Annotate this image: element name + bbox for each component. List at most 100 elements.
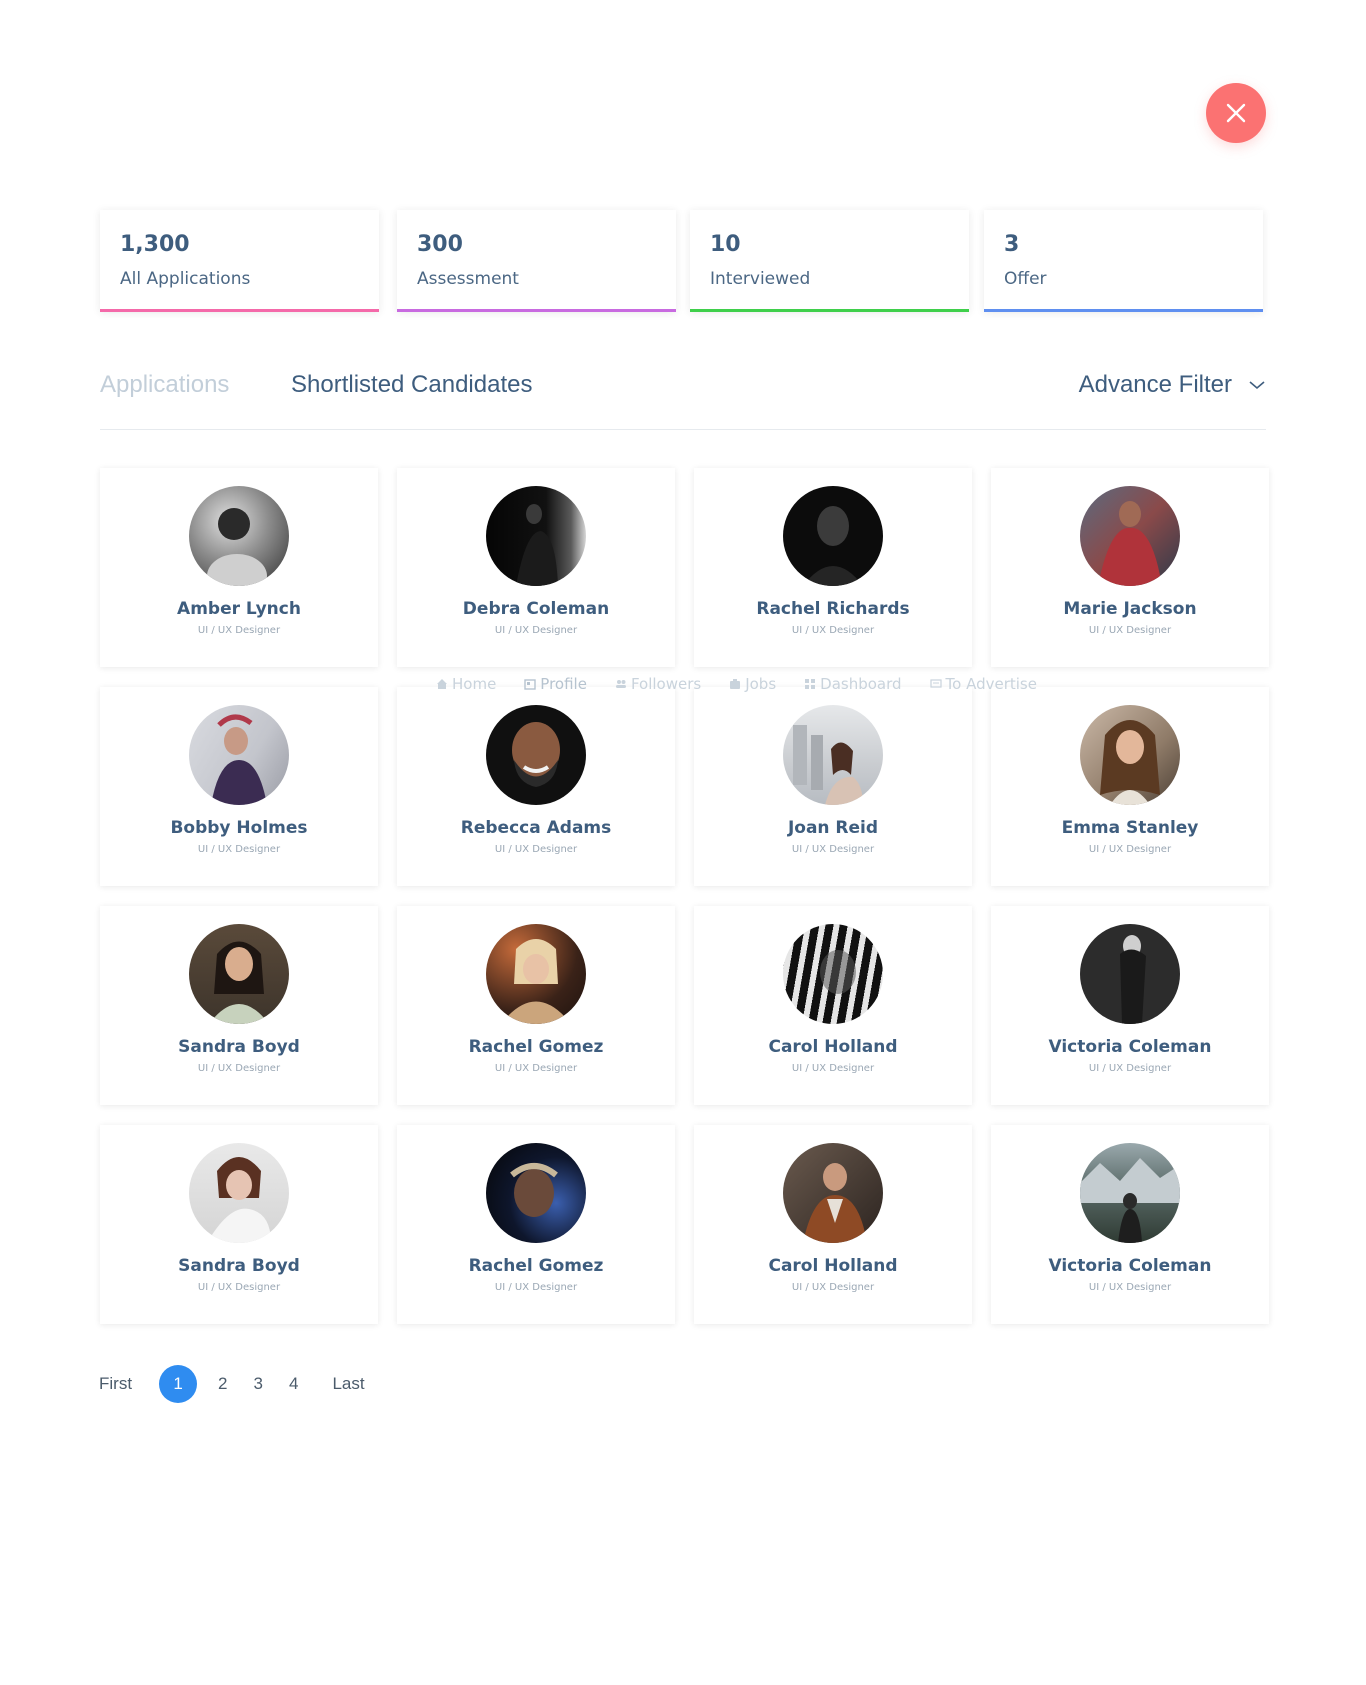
candidate-card[interactable]: Rachel Richards UI / UX Designer xyxy=(694,468,972,667)
avatar xyxy=(486,705,586,805)
candidate-name: Debra Coleman xyxy=(462,599,610,619)
pagination: First 1 2 3 4 Last xyxy=(99,1364,365,1404)
chevron-down-icon xyxy=(1249,381,1265,390)
pagination-page-2[interactable]: 2 xyxy=(218,1374,227,1394)
candidate-role: UI / UX Designer xyxy=(1088,625,1172,636)
pagination-page-1[interactable]: 1 xyxy=(159,1365,198,1403)
candidate-card[interactable]: Amber Lynch UI / UX Designer xyxy=(100,468,378,667)
stat-underline xyxy=(984,309,1263,312)
candidate-role: UI / UX Designer xyxy=(791,844,875,855)
candidate-card[interactable]: Rebecca Adams UI / UX Designer xyxy=(397,687,675,886)
candidate-name: Carol Holland xyxy=(768,1037,898,1057)
stat-card-offer[interactable]: 3 Offer xyxy=(984,210,1263,312)
candidate-role: UI / UX Designer xyxy=(197,1282,281,1293)
candidate-name: Bobby Holmes xyxy=(170,818,308,838)
nav-item-advertise[interactable]: To Advertise xyxy=(929,675,1037,693)
tab-shortlisted-candidates[interactable]: Shortlisted Candidates xyxy=(291,371,532,399)
candidate-name: Victoria Coleman xyxy=(1048,1256,1212,1276)
nav-item-dashboard[interactable]: Dashboard xyxy=(804,675,902,693)
stat-underline xyxy=(690,309,969,312)
stat-card-applications[interactable]: 1,300 All Applications xyxy=(100,210,379,312)
message-icon xyxy=(929,679,942,688)
candidate-name: Emma Stanley xyxy=(1061,818,1199,838)
candidate-name: Joan Reid xyxy=(787,818,879,838)
stat-card-interviewed[interactable]: 10 Interviewed xyxy=(690,210,969,312)
candidate-role: UI / UX Designer xyxy=(791,625,875,636)
stat-underline xyxy=(100,309,379,312)
close-icon xyxy=(1226,103,1246,123)
candidate-name: Rachel Richards xyxy=(756,599,910,619)
candidate-role: UI / UX Designer xyxy=(1088,844,1172,855)
stats-row: 1,300 All Applications 300 Assessment 10… xyxy=(100,210,1266,312)
nav-item-home[interactable]: Home xyxy=(436,675,496,693)
candidate-name: Marie Jackson xyxy=(1063,599,1197,619)
avatar xyxy=(1080,924,1180,1024)
avatar xyxy=(189,705,289,805)
candidate-role: UI / UX Designer xyxy=(197,844,281,855)
avatar xyxy=(1080,705,1180,805)
candidate-role: UI / UX Designer xyxy=(791,1063,875,1074)
pagination-page-3[interactable]: 3 xyxy=(254,1374,263,1394)
close-button[interactable] xyxy=(1206,83,1266,143)
candidate-name: Rebecca Adams xyxy=(460,818,612,838)
nav-item-label: Dashboard xyxy=(820,675,902,693)
overlay-nav-bar: Home Profile Followers Jobs Dashboard To… xyxy=(436,672,1065,696)
briefcase-icon xyxy=(730,679,741,689)
avatar xyxy=(783,486,883,586)
candidate-card[interactable]: Sandra Boyd UI / UX Designer xyxy=(100,906,378,1105)
candidate-role: UI / UX Designer xyxy=(197,1063,281,1074)
candidate-name: Sandra Boyd xyxy=(178,1037,300,1057)
candidate-card[interactable]: Carol Holland UI / UX Designer xyxy=(694,1125,972,1324)
avatar xyxy=(486,1143,586,1243)
advance-filter-label: Advance Filter xyxy=(1078,371,1232,398)
stat-value: 300 xyxy=(417,232,463,257)
candidate-card[interactable]: Marie Jackson UI / UX Designer xyxy=(991,468,1269,667)
pagination-first[interactable]: First xyxy=(99,1374,132,1394)
avatar xyxy=(783,924,883,1024)
candidate-card[interactable]: Emma Stanley UI / UX Designer xyxy=(991,687,1269,886)
followers-icon xyxy=(615,680,626,688)
candidate-role: UI / UX Designer xyxy=(197,625,281,636)
advance-filter-dropdown[interactable]: Advance Filter xyxy=(1079,371,1266,399)
tab-applications[interactable]: Applications xyxy=(100,371,229,399)
home-icon xyxy=(437,679,447,689)
candidate-name: Sandra Boyd xyxy=(178,1256,300,1276)
candidate-name: Rachel Gomez xyxy=(468,1037,604,1057)
avatar xyxy=(189,924,289,1024)
candidate-card[interactable]: Victoria Coleman UI / UX Designer xyxy=(991,906,1269,1105)
candidate-card[interactable]: Joan Reid UI / UX Designer xyxy=(694,687,972,886)
candidate-card[interactable]: Bobby Holmes UI / UX Designer xyxy=(100,687,378,886)
avatar xyxy=(783,705,883,805)
candidate-role: UI / UX Designer xyxy=(494,1282,578,1293)
stat-label: Assessment xyxy=(417,269,519,289)
nav-item-label: Jobs xyxy=(745,675,777,693)
stat-label: All Applications xyxy=(120,269,251,289)
candidate-card[interactable]: Rachel Gomez UI / UX Designer xyxy=(397,1125,675,1324)
candidate-role: UI / UX Designer xyxy=(494,1063,578,1074)
tabs-row: Applications Shortlisted Candidates Adva… xyxy=(100,365,1266,430)
stat-value: 1,300 xyxy=(120,232,190,257)
dashboard-icon xyxy=(805,679,816,689)
candidate-card[interactable]: Debra Coleman UI / UX Designer xyxy=(397,468,675,667)
candidate-card[interactable]: Rachel Gomez UI / UX Designer xyxy=(397,906,675,1105)
pagination-page-4[interactable]: 4 xyxy=(289,1374,298,1394)
candidate-name: Carol Holland xyxy=(768,1256,898,1276)
nav-item-profile[interactable]: Profile xyxy=(524,675,587,693)
nav-item-label: Followers xyxy=(630,675,702,693)
nav-item-followers[interactable]: Followers xyxy=(615,675,701,693)
stat-card-assessment[interactable]: 300 Assessment xyxy=(397,210,676,312)
stat-value: 10 xyxy=(710,232,741,257)
avatar xyxy=(189,486,289,586)
candidate-card[interactable]: Carol Holland UI / UX Designer xyxy=(694,906,972,1105)
candidate-card[interactable]: Sandra Boyd UI / UX Designer xyxy=(100,1125,378,1324)
candidate-name: Rachel Gomez xyxy=(468,1256,604,1276)
candidate-role: UI / UX Designer xyxy=(494,844,578,855)
avatar xyxy=(189,1143,289,1243)
candidate-card[interactable]: Victoria Coleman UI / UX Designer xyxy=(991,1125,1269,1324)
nav-item-label: Profile xyxy=(540,675,587,693)
pagination-last[interactable]: Last xyxy=(332,1374,364,1394)
profile-icon xyxy=(524,679,536,690)
nav-item-jobs[interactable]: Jobs xyxy=(729,675,776,693)
candidate-role: UI / UX Designer xyxy=(494,625,578,636)
avatar xyxy=(783,1143,883,1243)
